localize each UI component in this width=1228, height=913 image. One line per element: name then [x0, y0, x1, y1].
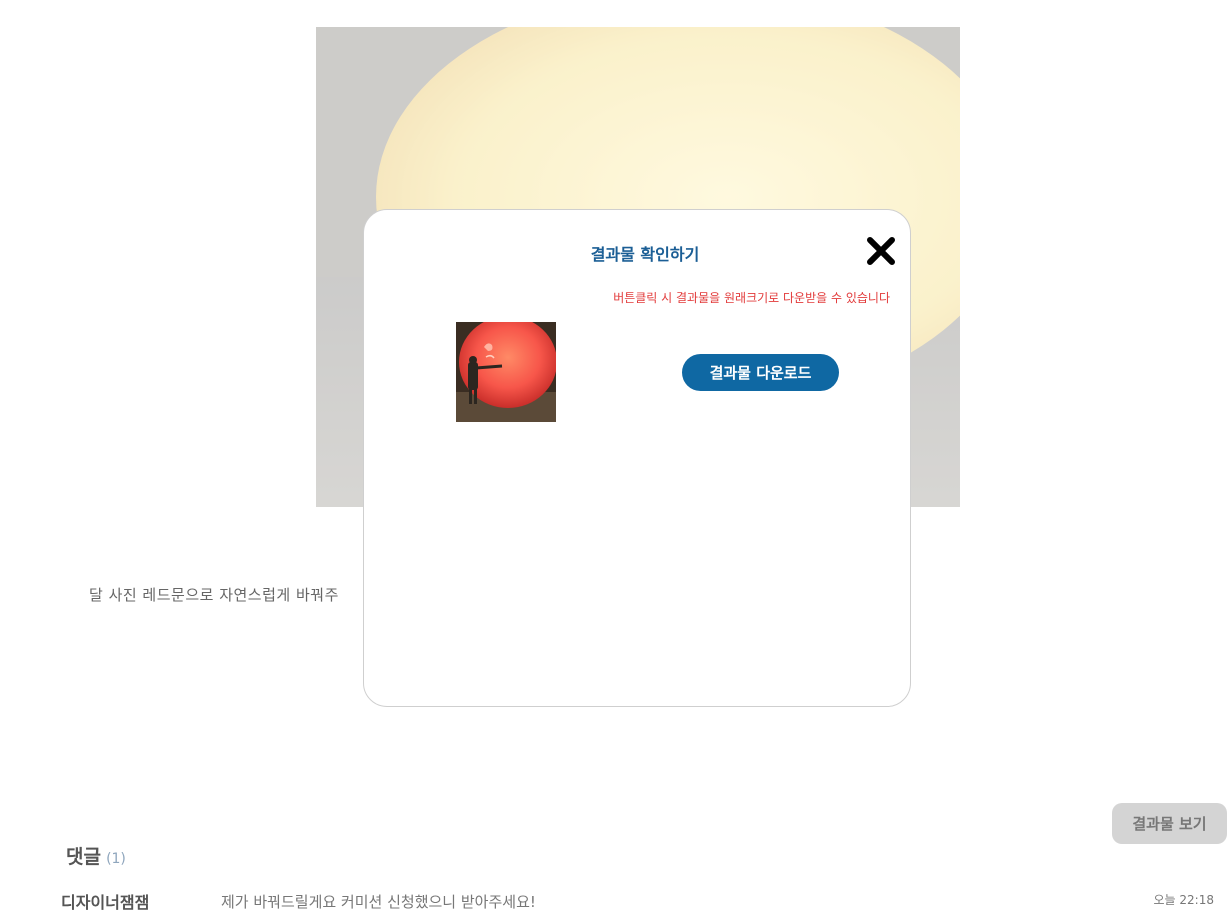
- view-result-button[interactable]: 결과물 보기: [1112, 803, 1227, 844]
- red-moon-image: [456, 322, 556, 422]
- download-notice: 버튼클릭 시 결과물을 원래크기로 다운받을 수 있습니다: [613, 291, 890, 305]
- comment-author[interactable]: 디자이너잼잼: [61, 889, 149, 913]
- comments-count: (1): [106, 851, 126, 867]
- result-thumbnail[interactable]: [456, 322, 556, 422]
- close-x-icon: [867, 237, 895, 265]
- comment-time: 오늘 22:18: [1153, 893, 1214, 907]
- comments-title: 댓글: [66, 846, 101, 868]
- close-button[interactable]: [864, 234, 898, 268]
- comments-header: 댓글 (1): [66, 842, 126, 869]
- download-button[interactable]: 결과물 다운로드: [682, 354, 839, 391]
- post-text: 달 사진 레드문으로 자연스럽게 바꿔주: [89, 586, 339, 604]
- modal-title: 결과물 확인하기: [590, 245, 700, 264]
- comment-text: 제가 바꿔드릴게요 커미션 신청했으니 받아주세요!: [221, 893, 536, 911]
- result-modal: 결과물 확인하기 버튼클릭 시 결과물을 원래크기로 다운받을 수 있습니다 결…: [363, 209, 911, 707]
